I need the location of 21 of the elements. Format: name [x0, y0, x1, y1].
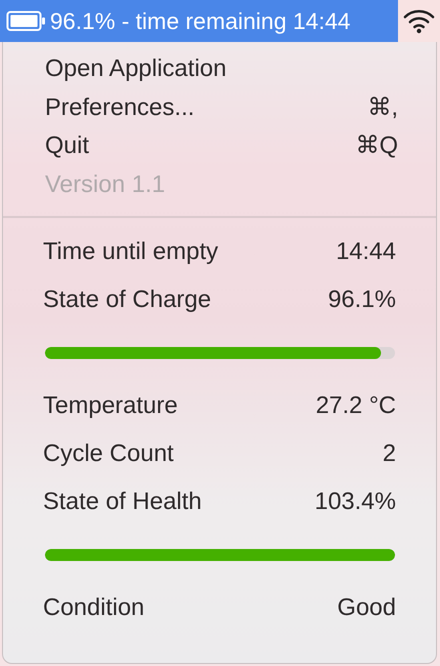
stat-value: 2 [382, 439, 396, 469]
menu-item-label: Preferences... [45, 92, 194, 123]
version-label: Version 1.1 [44, 170, 166, 200]
stat-value: 14:44 [336, 237, 396, 267]
battery-status-menu[interactable]: 96.1% - time remaining 14:44 [0, 0, 398, 42]
wifi-icon[interactable] [403, 8, 435, 34]
menu-item[interactable]: Open Application [3, 50, 436, 88]
stat-label: State of Health [43, 487, 202, 517]
stat-label: Condition [43, 593, 144, 623]
stat-label: Cycle Count [43, 439, 174, 469]
battery-icon [6, 10, 46, 32]
stat-label: Time until empty [43, 237, 218, 267]
shortcut-label: ⌘Q [355, 131, 398, 162]
stat-value: Good [337, 593, 396, 623]
stat-value: 103.4% [314, 487, 396, 517]
shortcut-label: ⌘, [367, 92, 398, 123]
stat-label: State of Charge [43, 285, 212, 315]
stat-value: 96.1% [328, 285, 396, 315]
stat-label: Temperature [43, 391, 178, 421]
menu-item-label: Quit [45, 131, 90, 162]
stat-value: 27.2 °C [316, 391, 396, 421]
